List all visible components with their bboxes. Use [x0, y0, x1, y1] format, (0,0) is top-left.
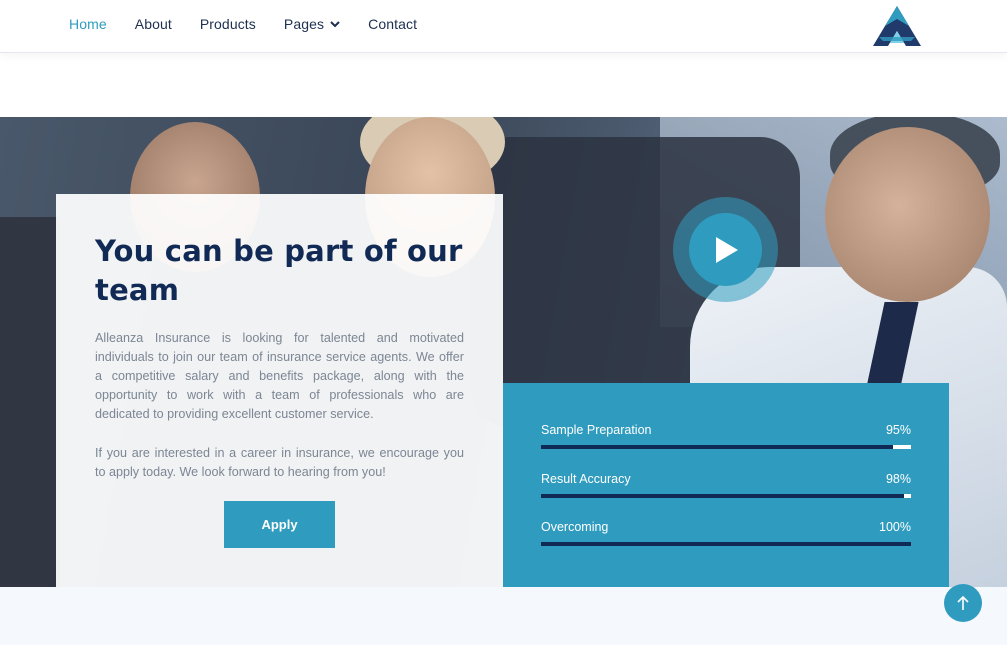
nav-pages-label: Pages — [283, 16, 325, 32]
progress-label: Result Accuracy — [541, 472, 631, 486]
play-icon — [715, 236, 738, 263]
nav-contact-label: Contact — [368, 16, 418, 32]
progress-item: Result Accuracy 98% — [541, 472, 911, 502]
cta-paragraph: If you are interested in a career in ins… — [95, 446, 464, 479]
arrow-up-icon — [957, 595, 969, 610]
back-to-top-button[interactable] — [944, 584, 982, 622]
nav-home-label: Home — [69, 16, 107, 32]
site-header: Home About Products Pages Contact — [0, 0, 1007, 53]
intro-paragraph: Alleanza Insurance is looking for talent… — [95, 331, 464, 421]
careers-card: You can be part of our team Alleanza Ins… — [56, 194, 503, 587]
chevron-down-icon — [330, 21, 340, 28]
nav-contact[interactable]: Contact — [368, 16, 417, 32]
progress-track — [541, 494, 911, 498]
progress-fill — [541, 542, 911, 546]
nav-pages[interactable]: Pages — [284, 16, 340, 32]
progress-percent: 100% — [879, 520, 911, 534]
nav-about[interactable]: About — [135, 16, 172, 32]
main-nav: Home About Products Pages Contact — [69, 0, 445, 48]
progress-percent: 95% — [885, 423, 911, 437]
skills-panel: Sample Preparation 95% Result Accuracy 9… — [503, 383, 949, 587]
apply-button[interactable]: Apply — [224, 501, 335, 548]
play-video-button[interactable] — [673, 197, 778, 302]
background-photo-person — [825, 127, 990, 302]
progress-track — [541, 445, 911, 449]
background-photo-shade — [0, 217, 60, 587]
progress-track — [541, 542, 911, 546]
careers-hero: You can be part of our team Alleanza Ins… — [0, 117, 1007, 587]
progress-fill — [541, 445, 893, 449]
progress-label: Overcoming — [541, 520, 609, 534]
play-button-core[interactable] — [689, 213, 762, 286]
progress-item: Sample Preparation 95% — [541, 423, 911, 453]
nav-home[interactable]: Home — [69, 16, 107, 32]
progress-percent: 98% — [885, 472, 911, 486]
progress-item: Overcoming 100% — [541, 520, 911, 550]
company-logo[interactable] — [871, 5, 923, 47]
progress-fill — [541, 494, 904, 498]
nav-about-label: About — [134, 16, 172, 32]
nav-products[interactable]: Products — [200, 16, 256, 32]
section-title: You can be part of our team — [95, 234, 463, 307]
nav-products-label: Products — [199, 16, 256, 32]
next-section — [0, 587, 1007, 645]
progress-label: Sample Preparation — [541, 423, 652, 437]
